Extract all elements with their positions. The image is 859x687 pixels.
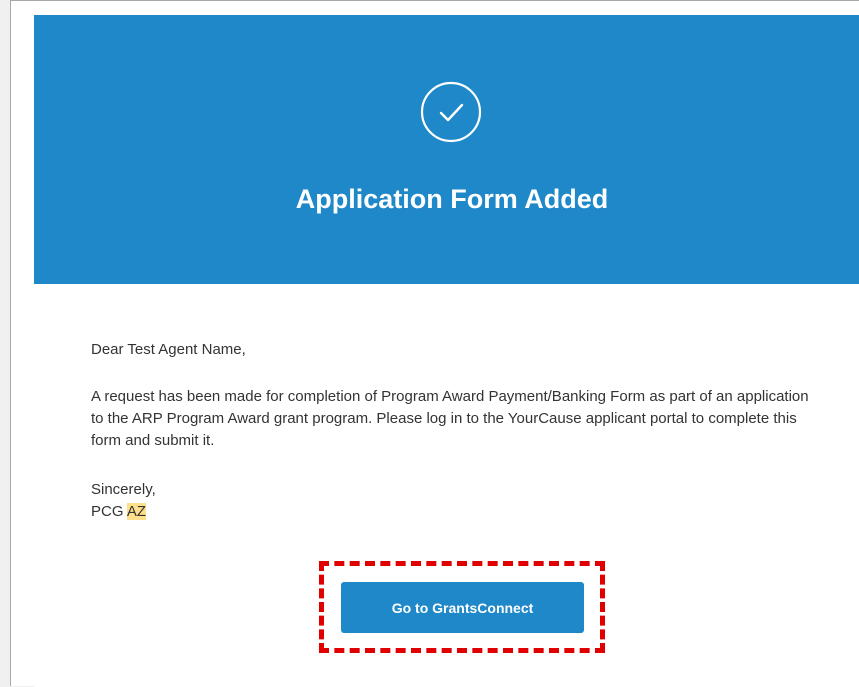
email-viewer-frame: Application Form Added Dear Test Agent N… (10, 0, 859, 687)
message-paragraph: A request has been made for completion o… (91, 388, 809, 449)
banner-title: Application Form Added (295, 184, 609, 214)
check-circle-icon (420, 81, 482, 143)
signature-name: PCG (91, 503, 124, 520)
header-banner: Application Form Added (34, 15, 859, 284)
greeting-text: Dear Test Agent Name, (91, 341, 246, 358)
signoff: Sincerely, PCG AZ (91, 479, 811, 523)
go-to-grantsconnect-button[interactable]: Go to GrantsConnect (341, 582, 584, 633)
closing-text: Sincerely, (91, 481, 156, 498)
signature: PCG AZ (91, 501, 811, 523)
signature-highlight: AZ (126, 503, 147, 520)
